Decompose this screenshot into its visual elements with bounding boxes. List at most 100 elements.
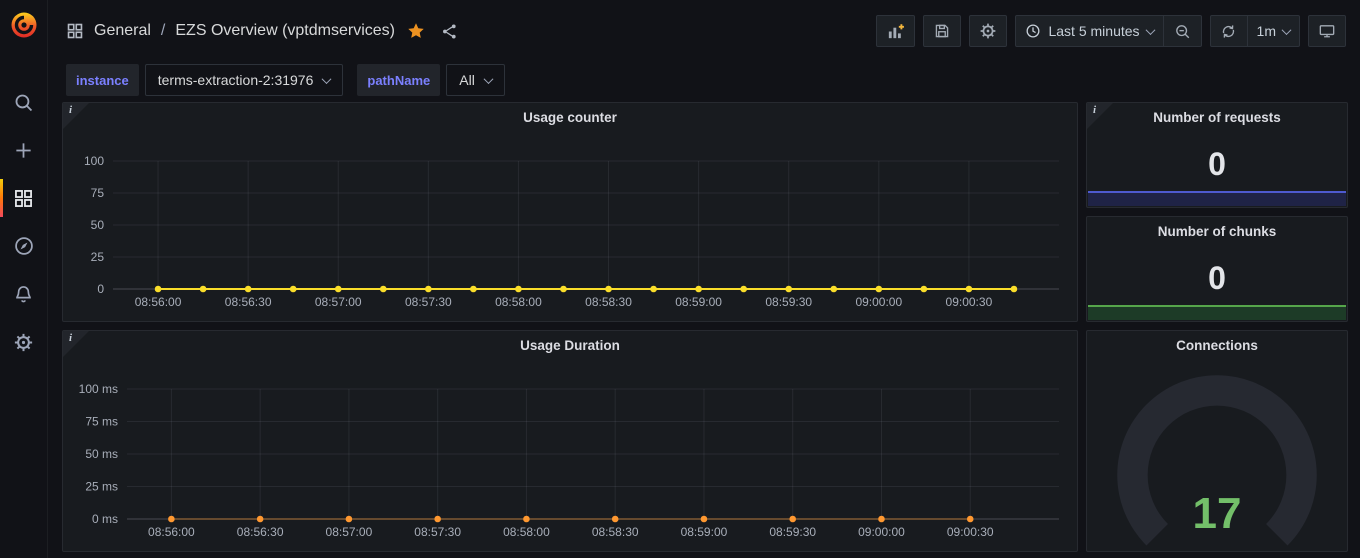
svg-text:08:57:00: 08:57:00 [315,295,362,309]
panel-info-corner[interactable] [63,331,89,357]
share-alt-icon [441,23,458,40]
dashboard-variables-bar: instance terms-extraction-2:31976 pathNa… [48,62,1360,98]
svg-text:08:59:00: 08:59:00 [675,295,722,309]
clock-icon [1025,23,1041,39]
svg-text:08:56:00: 08:56:00 [135,295,182,309]
time-range-picker[interactable]: Last 5 minutes [1015,15,1163,47]
dashboard-toolbar: Last 5 minutes 1m [876,15,1346,47]
svg-text:09:00:30: 09:00:30 [947,525,994,539]
plus-icon [13,140,34,161]
sidebar-item-search[interactable] [0,78,47,126]
svg-text:08:56:30: 08:56:30 [237,525,284,539]
variable-value-pathname: All [459,72,475,88]
svg-text:08:58:00: 08:58:00 [495,295,542,309]
chevron-down-icon [322,74,332,84]
requests-stat-value: 0 [1208,146,1226,183]
save-dashboard-button[interactable] [923,15,961,47]
zoom-out-time-button[interactable] [1164,15,1202,47]
svg-text:09:00:30: 09:00:30 [946,295,993,309]
grafana-logo[interactable] [0,0,47,62]
breadcrumb-section[interactable]: General [94,22,151,40]
variable-label-pathname[interactable]: pathName [357,64,440,96]
apps-icon [13,188,34,209]
sidebar-item-create[interactable] [0,126,47,174]
add-panel-icon [886,22,905,41]
svg-text:08:57:30: 08:57:30 [405,295,452,309]
sidebar-menu [0,78,47,366]
svg-text:08:59:30: 08:59:30 [765,295,812,309]
svg-text:100 ms: 100 ms [79,382,118,396]
connections-gauge-value: 17 [1087,489,1347,539]
refresh-interval-picker[interactable]: 1m [1248,15,1300,47]
svg-text:08:58:30: 08:58:30 [592,525,639,539]
share-dashboard-button[interactable] [441,23,458,40]
variable-value-instance: terms-extraction-2:31976 [158,72,314,88]
chunks-stat-value: 0 [1208,260,1226,297]
usage-duration-chart[interactable]: 0 ms25 ms50 ms75 ms100 ms08:56:0008:56:3… [67,359,1073,547]
stats-column: i Number of requests 0 Number of chunks … [1086,102,1348,322]
cycle-view-mode-button[interactable] [1308,15,1346,47]
svg-text:75: 75 [91,186,105,200]
svg-text:08:58:30: 08:58:30 [585,295,632,309]
panel-connections: Connections 17 [1086,330,1348,552]
panel-info-corner[interactable] [1087,103,1113,129]
svg-text:100: 100 [84,154,104,168]
dashboard-grid: i Usage counter 025507510008:56:0008:56:… [48,98,1360,552]
time-range-label: Last 5 minutes [1048,23,1139,39]
gear-icon [13,332,34,353]
svg-text:09:00:00: 09:00:00 [855,295,902,309]
dashboard-settings-button[interactable] [969,15,1007,47]
add-panel-button[interactable] [876,15,915,47]
top-nav: General / EZS Overview (vptdmservices) [48,0,1360,62]
variable-picker-instance[interactable]: terms-extraction-2:31976 [145,64,344,96]
svg-text:0 ms: 0 ms [92,512,118,526]
panel-title-number-of-chunks[interactable]: Number of chunks [1087,217,1347,245]
svg-text:09:00:00: 09:00:00 [858,525,905,539]
refresh-controls: 1m [1210,15,1300,47]
svg-text:08:59:00: 08:59:00 [681,525,728,539]
svg-text:08:58:00: 08:58:00 [503,525,550,539]
sidebar-item-configuration[interactable] [0,318,47,366]
search-icon [13,92,34,113]
panel-number-of-requests: i Number of requests 0 [1086,102,1348,208]
compass-icon [13,235,35,257]
panel-usage-duration: i Usage Duration 0 ms25 ms50 ms75 ms100 … [62,330,1078,552]
svg-text:08:59:30: 08:59:30 [769,525,816,539]
refresh-interval-label: 1m [1257,23,1276,39]
svg-text:50 ms: 50 ms [85,447,118,461]
variable-picker-pathname[interactable]: All [446,64,505,96]
time-controls: Last 5 minutes [1015,15,1201,47]
breadcrumb: General / EZS Overview (vptdmservices) [66,22,458,40]
chevron-down-icon [483,74,493,84]
refresh-button[interactable] [1210,15,1248,47]
dashboard-grid-icon [66,22,84,40]
chevron-down-icon [1282,25,1292,35]
chunks-sparkline [1088,305,1346,320]
sidebar-item-dashboards[interactable] [0,174,47,222]
svg-text:25 ms: 25 ms [85,480,118,494]
panel-usage-counter: i Usage counter 025507510008:56:0008:56:… [62,102,1078,322]
breadcrumb-dashboard-title[interactable]: EZS Overview (vptdmservices) [175,22,395,40]
panel-title-number-of-requests[interactable]: Number of requests [1087,103,1347,131]
requests-sparkline [1088,191,1346,206]
gear-icon [979,22,997,40]
svg-text:0: 0 [97,282,104,296]
svg-text:08:56:30: 08:56:30 [225,295,272,309]
panel-info-corner[interactable] [63,103,89,129]
sidebar-item-alerting[interactable] [0,270,47,318]
panel-title-usage-counter[interactable]: Usage counter [63,103,1077,131]
svg-text:75 ms: 75 ms [85,415,118,429]
star-icon [407,22,425,40]
svg-text:08:57:00: 08:57:00 [326,525,373,539]
chevron-down-icon [1145,25,1155,35]
svg-text:25: 25 [91,250,105,264]
sidebar-item-explore[interactable] [0,222,47,270]
usage-counter-chart[interactable]: 025507510008:56:0008:56:3008:57:0008:57:… [67,131,1073,317]
panel-title-usage-duration[interactable]: Usage Duration [63,331,1077,359]
favorite-star-button[interactable] [407,22,425,40]
variable-label-instance[interactable]: instance [66,64,139,96]
svg-text:08:57:30: 08:57:30 [414,525,461,539]
panel-title-connections[interactable]: Connections [1087,331,1347,359]
zoom-out-icon [1174,23,1191,40]
bell-icon [13,284,34,305]
